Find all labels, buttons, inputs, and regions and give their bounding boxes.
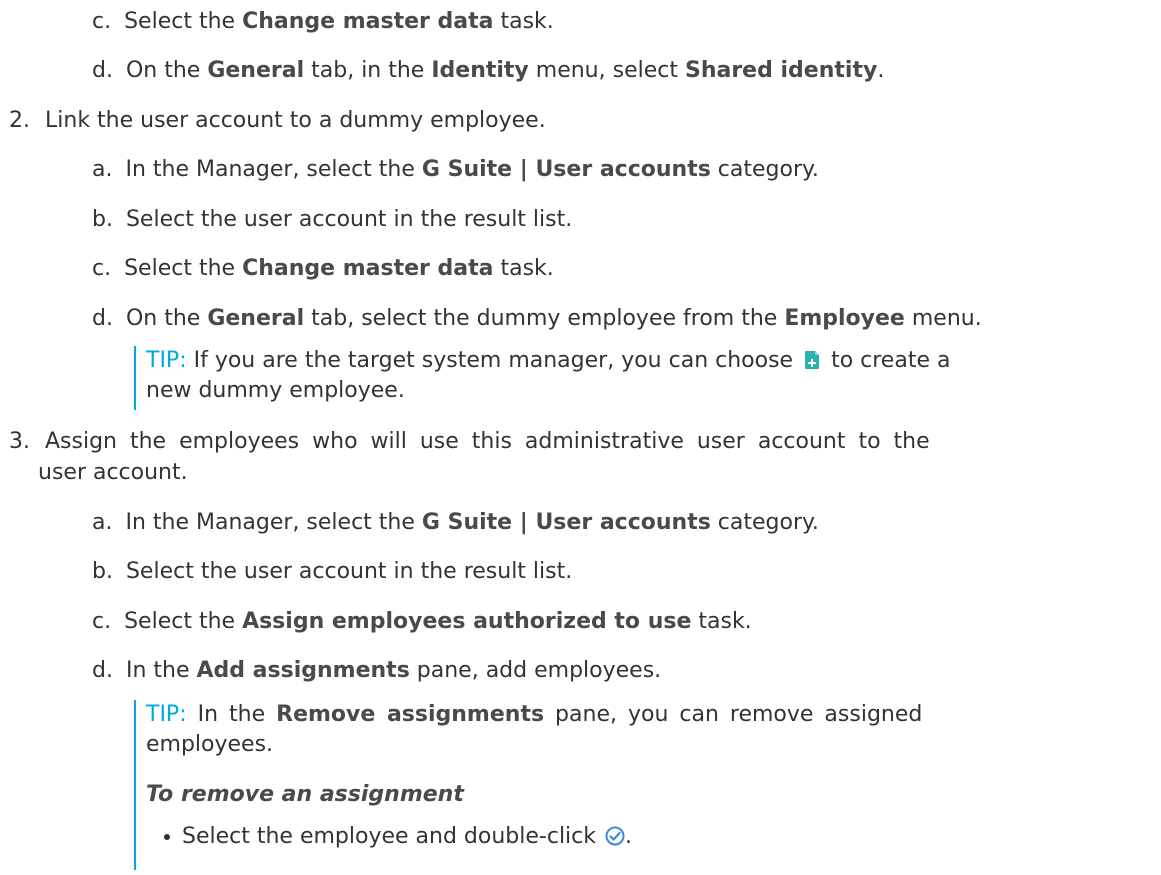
step3-item-a: a. In the Manager, select the G Suite | … [92, 510, 819, 535]
step3-heading-line2: user account. [38, 460, 188, 485]
step3-item-c: c. Select the Assign employees authorize… [92, 609, 752, 634]
check-circle-icon [605, 826, 625, 846]
remove-assignment-heading: To remove an assignment [146, 782, 464, 807]
remove-assignment-bullet: Select the employee and double-click . [146, 822, 922, 852]
step3-tip-line2: employees. [146, 732, 274, 757]
step2-tip-box: TIP: If you are the target system manage… [134, 346, 950, 410]
bullet-dot [164, 834, 170, 840]
step1-item-c: c. Select the Change master data task. [92, 9, 554, 34]
add-document-icon [805, 351, 820, 369]
step2-tip-line1: TIP: If you are the target system manage… [146, 348, 951, 373]
step3-tip-box: TIP: In the Remove assignments pane, you… [134, 700, 922, 870]
step2-heading: 2. Link the user account to a dummy empl… [9, 108, 546, 133]
step2-tip-line2: new dummy employee. [146, 378, 405, 403]
step3-item-b: b. Select the user account in the result… [92, 559, 573, 584]
step2-item-a: a. In the Manager, select the G Suite | … [92, 157, 819, 182]
step3-heading-line1: 3. Assign the employees who will use thi… [9, 429, 930, 454]
step3-item-d: d. In the Add assignments pane, add empl… [92, 658, 662, 683]
document-page: c. Select the Change master data task. d… [0, 0, 1161, 875]
step3-tip-line1: TIP: In the Remove assignments pane, you… [146, 702, 923, 727]
step2-item-d: d. On the General tab, select the dummy … [92, 306, 982, 331]
step2-item-b: b. Select the user account in the result… [92, 207, 573, 232]
step2-item-c: c. Select the Change master data task. [92, 256, 554, 281]
step1-item-d: d. On the General tab, in the Identity m… [92, 58, 885, 83]
